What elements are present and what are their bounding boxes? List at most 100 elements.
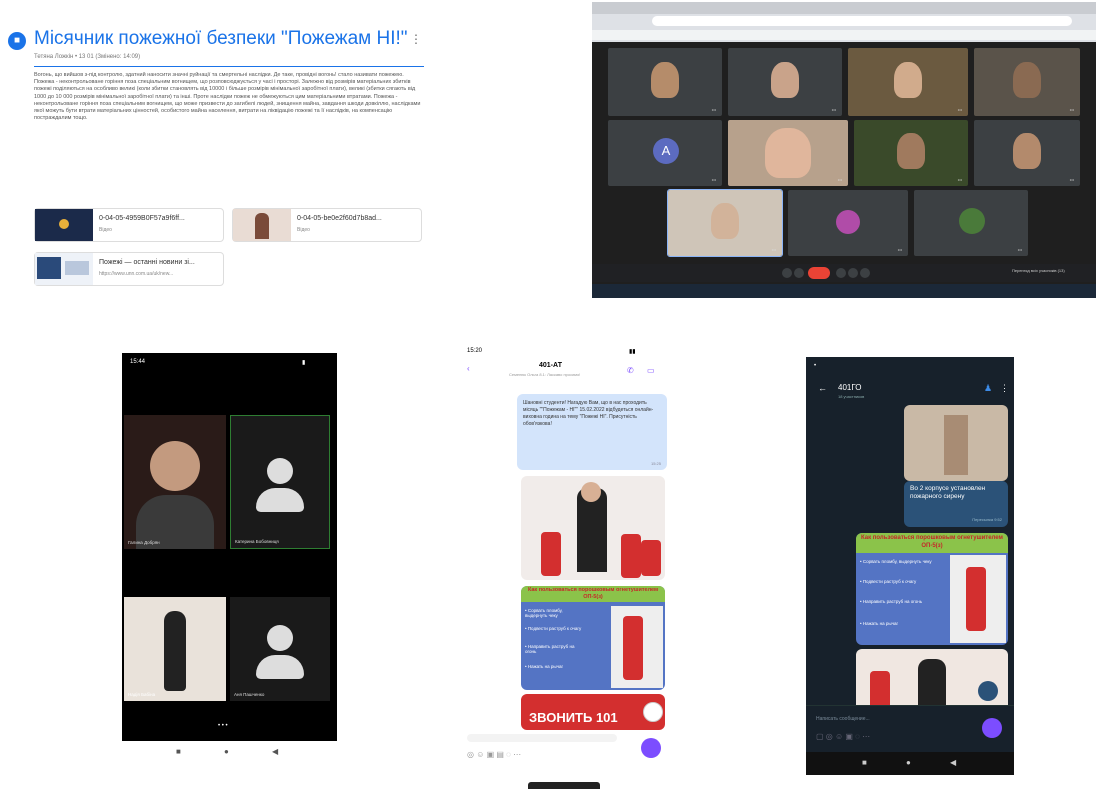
message-time: Пересылка 9:52 [972,517,1002,522]
address-bar[interactable] [652,16,1072,26]
back-icon[interactable]: ← [818,383,827,393]
present-icon[interactable] [848,268,858,278]
image-message[interactable] [521,476,665,580]
attachment-video-2[interactable]: 0-04-05-be0e2f60d7b8ad... Відео [232,208,422,242]
home-icon[interactable]: ● [906,758,911,767]
status-time: 15:20 [467,348,483,354]
attachment-video-1[interactable]: 0-04-05-4959B0F57a9f6ff... Відео [34,208,224,242]
participant-tile[interactable]: ••• [974,120,1080,186]
avatar-icon [267,458,293,484]
poster-step: • Направить раструб на огонь [525,644,575,654]
more-options-icon[interactable]: ⋮ [410,32,422,46]
message-input-area: Написать сообщение... ▢ ◎ ☺ ▣ ◌ ⋯ [806,705,1014,747]
video-thumbnail [35,209,93,241]
message-text: Шановні студенти! Нагадую Вам, що в нас … [523,400,654,427]
user-icon[interactable]: ♟ [984,383,992,394]
browser-tabs[interactable] [592,2,1096,14]
mic-icon[interactable] [782,268,792,278]
poster-step: • Сорвать пломбу, выдернуть чеку [860,559,932,564]
participant-tile[interactable]: ••• [854,120,968,186]
status-time: • [814,363,817,369]
meet-window: ••• ••• ••• ••• A ••• ••• ••• ••• ••• ••… [592,2,1096,298]
image-message-poster[interactable]: Как пользоваться порошковым огнетушителе… [856,533,1008,645]
signal-icon: ▮▮ [629,349,636,355]
message-input[interactable] [467,734,617,742]
scroll-down-button[interactable] [643,702,663,722]
video-tile[interactable]: Галина Добрян [124,415,226,549]
poster-header: Как пользоваться порошковым огнетушителе… [521,586,665,602]
system-nav-bar: ■ ● ◀ [806,752,1014,775]
bookmarks-bar[interactable] [592,30,1096,40]
participant-name: ••• [711,177,716,182]
poster-header: Как пользоваться порошковым огнетушителе… [856,533,1008,553]
participant-name: Галина Добрян [128,540,160,545]
post-body: Вогонь, що вийшов з-під контролю, здатни… [34,72,421,122]
participant-name: ••• [1017,247,1022,252]
recents-icon[interactable]: ■ [862,758,867,767]
input-toolbar-icons[interactable]: ▢ ◎ ☺ ▣ ◌ ⋯ [816,732,870,741]
video-tile[interactable]: Надія Бабіна [124,597,226,701]
image-message-poster[interactable]: Как пользоваться порошковым огнетушителе… [521,586,665,690]
back-icon[interactable]: ◀ [950,758,956,767]
avatar-icon [267,625,293,651]
chat-title: 401-АТ [539,362,562,369]
participant-name: ••• [957,107,962,112]
image-message[interactable] [904,405,1008,481]
back-icon[interactable]: ◀ [272,747,278,756]
battery-icon: ▮ [302,360,306,366]
home-icon[interactable]: ● [224,747,229,756]
scroll-down-button[interactable] [978,681,998,701]
participant-tile-active[interactable]: ••• [667,189,783,257]
post-meta: Тетяна Ложкін • 13 01 (Змінено: 14:09) [34,54,141,60]
video-thumbnail [233,209,291,241]
participant-name: ••• [1069,107,1074,112]
voice-message-button[interactable] [641,738,661,758]
message-bubble[interactable]: Во 2 корпусе установлен пожарного сирену… [904,481,1008,527]
viber-chat-phone: 15:20 ▮▮ ‹ 401-АТ Семенюк Ольга 8.1: Лас… [459,342,675,767]
system-nav-bar: ■ ● ◀ [122,741,337,763]
more-options-icon[interactable] [860,268,870,278]
page-dots[interactable]: • • • [218,723,228,729]
chat-subtitle: Семенюк Ольга 8.1: Ласкаво просимо! [509,372,581,377]
participant-tile[interactable]: ••• [848,48,968,116]
attachment-link[interactable]: Пожежі — останні новини зі... https://ww… [34,252,224,286]
participant-tile[interactable]: ••• [728,120,848,186]
send-button[interactable] [982,718,1002,738]
message-time: 15:25 [650,461,661,466]
end-call-button[interactable] [808,267,830,279]
post-title: Місячник пожежної безпеки "Пожежам НІ!" [34,28,408,49]
chat-subtitle: 18 участников [838,394,865,399]
participant-tile[interactable]: A ••• [608,120,722,186]
poster-step: • Сорвать пломбу, выдернуть чеку [525,608,563,618]
video-icon[interactable]: ▭ [647,366,655,375]
participant-name: Надія Бабіна [128,692,156,697]
participant-tile[interactable]: ••• [788,190,908,256]
participant-avatar [836,210,860,234]
status-time: 15:44 [130,359,146,365]
taskbar-fragment [528,782,600,789]
message-bubble[interactable]: Шановні студенти! Нагадую Вам, що в нас … [517,394,667,470]
message-input[interactable]: Написать сообщение... [816,716,870,722]
camera-icon[interactable] [794,268,804,278]
participant-name: Катерина Бобовниця [235,539,279,544]
more-options-icon[interactable]: ⋮ [1000,383,1009,394]
back-icon[interactable]: ‹ [467,364,470,373]
video-tile[interactable]: Катерина Бобовниця [230,415,330,549]
participant-tile[interactable]: ••• [974,48,1080,116]
attachment-name: Пожежі — останні новини зі... [99,259,195,266]
video-tile[interactable]: Аня Пашченко [230,597,330,701]
participant-tile[interactable]: ••• [914,190,1028,256]
input-toolbar-icons[interactable]: ◎ ☺ ▣ ▤ ◌ ⋯ [467,750,521,759]
participants-info[interactable]: Перегляд всіх учасників (13) [1012,268,1065,273]
recents-icon[interactable]: ■ [176,747,181,756]
link-thumbnail [35,253,93,285]
classroom-post: ■ Місячник пожежної безпеки "Пожежам НІ!… [0,20,430,305]
call-icon[interactable]: ✆ [627,366,634,375]
captions-icon[interactable] [836,268,846,278]
participant-tile[interactable]: ••• [728,48,842,116]
poster-step: • Направить раструб на огонь [860,599,923,604]
video-call-phone: 15:44 ▮ Галина Добрян Катерина Бобовниця… [122,353,337,763]
participant-tile[interactable]: ••• [608,48,722,116]
divider [34,66,424,67]
participant-avatar [959,208,985,234]
